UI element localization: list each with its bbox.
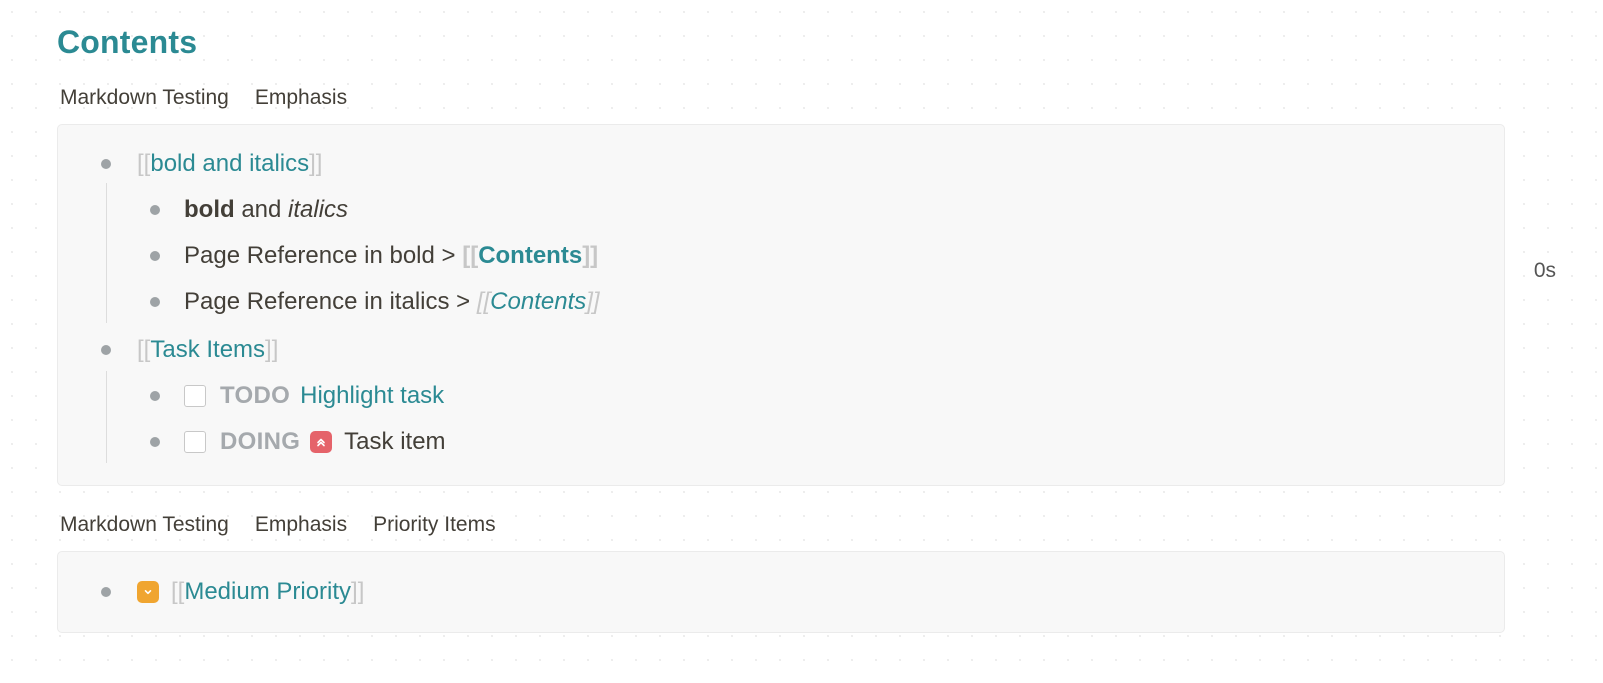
doing-task-text: Task item [344, 428, 446, 455]
chevron-down-icon[interactable] [137, 581, 159, 603]
task-checkbox[interactable] [184, 385, 206, 407]
bullet[interactable] [101, 159, 111, 169]
bracket-open: [[ [137, 336, 151, 363]
bracket-close: ]] [351, 578, 365, 605]
reference-block: [[bold and italics]] bold and italics Pa… [57, 124, 1505, 486]
page-ref-task-items[interactable]: Task Items [150, 335, 265, 365]
bracket-open: [[ [137, 150, 151, 177]
block-doing-task[interactable]: DOING Task item [184, 426, 446, 458]
page-ref-contents-bold[interactable]: Contents [478, 241, 582, 271]
block-bold-and-italics[interactable]: [[bold and italics]] [137, 148, 322, 180]
bullet[interactable] [150, 391, 160, 401]
ref-italic-prefix: Page Reference in italics > [184, 288, 477, 315]
reference-block: [[Medium Priority]] [57, 551, 1505, 633]
breadcrumb-emphasis[interactable]: Emphasis [255, 86, 347, 110]
task-timer: 0s [1533, 259, 1556, 282]
todo-marker[interactable]: TODO [220, 381, 290, 411]
todo-task-text: Highlight task [300, 382, 445, 409]
breadcrumb: Markdown Testing Emphasis Priority Items [60, 513, 496, 537]
ref-bold-prefix: Page Reference in bold > [184, 242, 463, 269]
page-ref-contents-italic[interactable]: Contents [490, 287, 586, 317]
breadcrumb: Markdown Testing Emphasis [60, 86, 347, 110]
and-text: and [234, 196, 289, 223]
children-guide-line [106, 183, 107, 323]
page-title[interactable]: Contents [57, 24, 197, 61]
bullet[interactable] [150, 437, 160, 447]
breadcrumb-markdown-testing[interactable]: Markdown Testing [60, 86, 229, 110]
block-medium-priority[interactable]: [[Medium Priority]] [137, 576, 364, 608]
bracket-open: [[ [171, 578, 185, 605]
block-ref-bold[interactable]: Page Reference in bold > [[Contents]] [184, 240, 598, 272]
bullet[interactable] [101, 345, 111, 355]
task-checkbox[interactable] [184, 431, 206, 453]
block-task-items[interactable]: [[Task Items]] [137, 334, 278, 366]
doing-marker[interactable]: DOING [220, 427, 300, 457]
double-chevron-up-icon[interactable] [310, 431, 333, 453]
breadcrumb-markdown-testing[interactable]: Markdown Testing [60, 513, 229, 537]
bracket-open: [[ [462, 242, 479, 269]
bullet[interactable] [101, 587, 111, 597]
bracket-close: ]] [309, 150, 323, 177]
breadcrumb-priority-items[interactable]: Priority Items [373, 513, 496, 537]
bullet[interactable] [150, 205, 160, 215]
bullet[interactable] [150, 251, 160, 261]
italic-text: italics [288, 196, 349, 223]
bracket-close: ]] [582, 242, 599, 269]
page-ref-bold-and-italics[interactable]: bold and italics [150, 149, 309, 179]
bracket-close: ]] [586, 288, 600, 315]
block-ref-italics[interactable]: Page Reference in italics > [[Contents]] [184, 286, 600, 318]
bracket-open: [[ [476, 288, 491, 315]
children-guide-line [106, 371, 107, 463]
bold-text: bold [184, 196, 235, 223]
page-ref-medium-priority[interactable]: Medium Priority [184, 577, 351, 607]
bracket-close: ]] [265, 336, 279, 363]
breadcrumb-emphasis[interactable]: Emphasis [255, 513, 347, 537]
bullet[interactable] [150, 297, 160, 307]
block-todo-task[interactable]: TODO Highlight task [184, 380, 444, 412]
block-bold-italics-text[interactable]: bold and italics [184, 194, 348, 226]
